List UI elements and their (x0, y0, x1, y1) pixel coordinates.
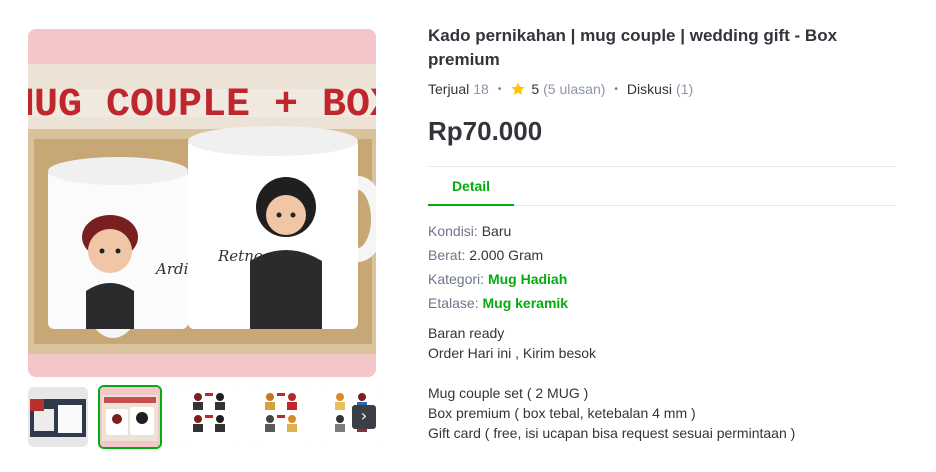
spec-row-kondisi: Kondisi: Baru (428, 219, 896, 243)
review-count[interactable]: (5 ulasan) (543, 81, 605, 97)
product-title: Kado pernikahan | mug couple | wedding g… (428, 26, 838, 69)
mug-right-name: Retno (217, 247, 263, 265)
spec-row-berat: Berat: 2.000 Gram (428, 243, 896, 267)
spec-key: Berat: (428, 247, 466, 263)
mug-photo: MUG COUPLE + BOX Ardian Retno (28, 29, 376, 377)
description-line: Baran ready (428, 325, 505, 341)
spec-value: 2.000 Gram (469, 247, 544, 263)
banner-text: MUG COUPLE + BOX (28, 83, 376, 128)
thumbnail-4[interactable] (252, 387, 312, 447)
separator-dot: • (497, 83, 502, 95)
description-line: Gift card ( free, isi ucapan bisa reques… (428, 425, 796, 441)
product-price: Rp70.000 (428, 116, 543, 146)
spec-key: Etalase: (428, 295, 479, 311)
star-icon (511, 82, 526, 95)
spec-key: Kategori: (428, 271, 485, 287)
discussion-count[interactable]: (1) (676, 81, 693, 97)
etalase-link[interactable]: Mug keramik (482, 295, 568, 311)
product-description: Baran ready Order Hari ini , Kirim besok… (428, 323, 896, 443)
sold-count: 18 (473, 81, 489, 97)
tab-detail[interactable]: Detail (428, 167, 514, 206)
separator-dot: • (614, 83, 618, 95)
product-meta: Terjual 18 • 5 (5 ulasan) • Diskusi (1) (428, 79, 896, 99)
description-line (428, 363, 896, 383)
description-line: Mug couple set ( 2 MUG ) (428, 385, 589, 401)
sold-label: Terjual (428, 81, 470, 97)
description-line: Order Hari ini , Kirim besok (428, 345, 597, 361)
spec-value: Baru (481, 223, 512, 239)
product-info: Kado pernikahan | mug couple | wedding g… (428, 24, 896, 443)
category-link[interactable]: Mug Hadiah (488, 271, 567, 287)
discussion-label[interactable]: Diskusi (627, 81, 672, 97)
thumbnail-2[interactable] (98, 385, 162, 449)
thumbnail-strip: › (28, 385, 382, 449)
thumbnail-3[interactable] (180, 387, 240, 447)
thumbnail-1[interactable] (28, 387, 88, 447)
spec-row-kategori: Kategori: Mug Hadiah (428, 267, 896, 291)
spec-key: Kondisi: (428, 223, 478, 239)
chevron-right-icon[interactable]: › (352, 405, 376, 429)
product-main-image[interactable]: MUG COUPLE + BOX Ardian Retno (28, 29, 376, 377)
spec-list: Kondisi: Baru Berat: 2.000 Gram Kategori… (428, 219, 896, 315)
description-line: Box premium ( box tebal, ketebalan 4 mm … (428, 405, 696, 421)
detail-tabs: Detail (428, 167, 896, 206)
spec-row-etalase: Etalase: Mug keramik (428, 291, 896, 315)
rating-value: 5 (531, 81, 540, 97)
